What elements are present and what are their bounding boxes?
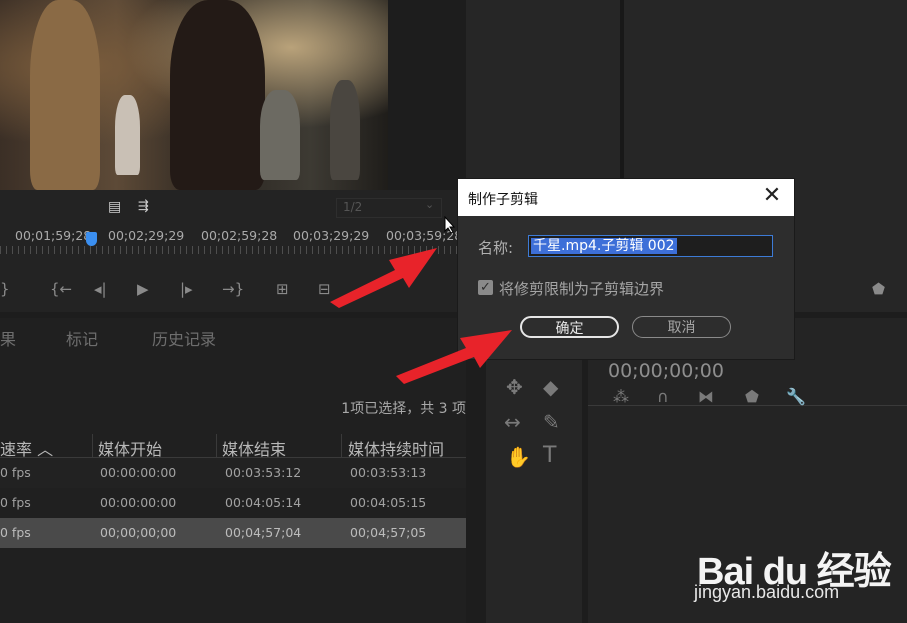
ruler-timecode: 00;02;59;28 <box>201 228 278 243</box>
person-figure <box>115 95 140 175</box>
brace-icon[interactable]: } <box>0 280 10 298</box>
slip-icon[interactable]: ↔ <box>504 410 521 434</box>
cell-start: 00:00:00:00 <box>100 495 177 510</box>
cell-end: 00;04;57;04 <box>225 525 302 540</box>
cell-end: 00:04:05:14 <box>225 495 302 510</box>
cell-duration: 00:04:05:15 <box>350 495 427 510</box>
film-icon[interactable]: ▤ <box>108 199 121 215</box>
person-figure <box>30 0 100 190</box>
step-forward-icon[interactable]: |▸ <box>180 280 193 298</box>
dialog-title: 制作子剪辑 <box>468 192 538 208</box>
watermark-url: jingyan.baidu.com <box>694 582 840 602</box>
cell-rate: 0 fps <box>0 495 31 510</box>
cell-end: 00:03:53:12 <box>225 465 302 480</box>
cell-duration: 00;04;57;05 <box>350 525 427 540</box>
chevron-down-icon: ⌄ <box>425 198 435 211</box>
column-divider[interactable] <box>216 434 217 458</box>
marker-icon[interactable]: ⬟ <box>745 387 759 406</box>
cell-duration: 00:03:53:13 <box>350 465 427 480</box>
mouse-cursor-icon <box>444 216 456 234</box>
tab-effects[interactable]: 果 <box>0 326 16 350</box>
restrict-trim-checkbox[interactable]: ✓ <box>478 280 493 295</box>
tab-markers[interactable]: 标记 <box>66 326 98 350</box>
dialog-titlebar[interactable]: 制作子剪辑 ✕ <box>458 179 794 216</box>
ruler-timecode: 00;02;29;29 <box>108 228 185 243</box>
play-icon[interactable]: ▶ <box>137 280 149 298</box>
name-input-value: 千星.mp4.子剪辑 002 <box>531 238 677 254</box>
hand-icon[interactable]: ✋ <box>506 445 531 469</box>
restrict-trim-label[interactable]: 将修剪限制为子剪辑边界 <box>499 278 664 299</box>
snap-icon[interactable]: ⁂ <box>613 387 629 406</box>
table-row[interactable]: 0 fps 00:00:00:00 00:03:53:12 00:03:53:1… <box>0 458 466 488</box>
person-figure <box>260 90 300 180</box>
cancel-button[interactable]: 取消 <box>632 316 731 338</box>
name-label: 名称: <box>478 239 514 257</box>
name-input[interactable]: 千星.mp4.子剪辑 002 <box>528 235 773 257</box>
type-icon[interactable]: T <box>543 443 556 468</box>
cell-rate: 0 fps <box>0 525 31 540</box>
playhead[interactable] <box>86 232 97 246</box>
table-row[interactable]: 0 fps 00:00:00:00 00:04:05:14 00:04:05:1… <box>0 488 466 518</box>
go-to-in-icon[interactable]: {← <box>50 280 72 298</box>
page-select[interactable]: 1/2 ⌄ <box>336 198 442 218</box>
person-figure <box>330 80 360 180</box>
video-preview <box>0 0 388 190</box>
insert-icon[interactable]: ⊞ <box>276 280 289 298</box>
razor-icon[interactable]: ◆ <box>543 375 558 399</box>
table-row-selected[interactable]: 0 fps 00;00;00;00 00;04;57;04 00;04;57;0… <box>0 518 466 548</box>
cell-start: 00;00;00;00 <box>100 525 177 540</box>
audio-waveform-icon[interactable]: ⇶ <box>138 199 149 214</box>
cell-rate: 0 fps <box>0 465 31 480</box>
ruler-timecode: 00;01;59;28 <box>15 228 92 243</box>
red-arrow-icon <box>396 330 512 384</box>
step-back-icon[interactable]: ◂| <box>94 280 107 298</box>
linked-selection-icon[interactable]: ∩ <box>657 387 669 406</box>
program-timecode[interactable]: 00;00;00;00 <box>608 360 724 382</box>
tab-history[interactable]: 历史记录 <box>152 326 216 350</box>
add-marker-icon[interactable]: ⧓ <box>698 387 714 406</box>
ok-button[interactable]: 确定 <box>520 316 619 338</box>
close-icon[interactable]: ✕ <box>760 185 784 209</box>
go-to-out-icon[interactable]: →} <box>222 280 244 298</box>
page-indicator: 1/2 <box>343 200 363 214</box>
selection-info: 1项已选择，共 3 项 <box>341 401 466 417</box>
column-divider[interactable] <box>92 434 93 458</box>
marker-icon[interactable]: ⬟ <box>872 280 885 298</box>
pen-icon[interactable]: ✎ <box>543 410 560 434</box>
cell-start: 00:00:00:00 <box>100 465 177 480</box>
wrench-icon[interactable]: 🔧 <box>786 387 806 406</box>
tools-panel <box>486 345 582 623</box>
person-figure <box>170 0 265 190</box>
red-arrow-icon <box>330 248 437 308</box>
column-divider[interactable] <box>341 434 342 458</box>
